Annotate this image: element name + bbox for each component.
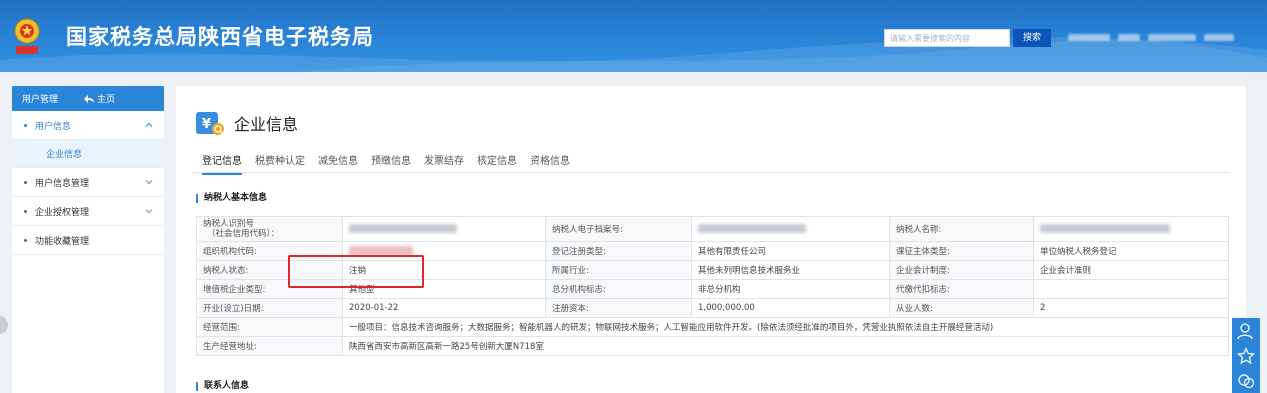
sidebar-header: 用户管理 主页 xyxy=(12,86,164,111)
section-title-basic: 纳税人基本信息 xyxy=(196,194,267,203)
bullet-icon xyxy=(24,123,27,127)
sidebar-item-label: 企业授权管理 xyxy=(35,207,90,218)
value-business-scope: 一般项目：信息技术咨询服务；大数据服务；智能机器人的研发；物联网技术服务；人工智… xyxy=(342,317,1229,337)
sidebar-title: 用户管理 xyxy=(22,95,59,105)
chevron-up-icon xyxy=(145,122,153,127)
bullet-icon xyxy=(24,238,27,242)
main-panel: ¥ 企业信息 登记信息 税费种认定 减免信息 预缴信息 发票结存 核定信息 资格… xyxy=(176,86,1246,393)
redacted-value xyxy=(349,224,457,233)
label-archive-no: 纳税人电子档案号: xyxy=(545,216,692,242)
label-taxpayer-name: 纳税人名称: xyxy=(889,216,1034,242)
redacted-value xyxy=(349,246,413,255)
sidebar-item-favorites[interactable]: 功能收藏管理 xyxy=(12,226,164,255)
home-label: 主页 xyxy=(97,95,116,105)
sidebar-item-label: 用户信息 xyxy=(35,121,72,132)
page-title: 企业信息 xyxy=(234,115,299,134)
scroll-handle[interactable] xyxy=(0,316,8,334)
back-arrow-icon xyxy=(84,94,95,103)
chat-icon[interactable] xyxy=(1237,372,1255,390)
value-archive-no xyxy=(691,216,890,242)
label-levy-subject: 课征主体类型: xyxy=(889,241,1034,261)
value-taxpayer-name xyxy=(1033,216,1229,242)
redacted-value xyxy=(698,224,806,233)
sidebar-item-company-auth[interactable]: 企业授权管理 xyxy=(12,197,164,226)
table-row: 经营范围: 一般项目：信息技术咨询服务；大数据服务；智能机器人的研发；物联网技术… xyxy=(196,317,1229,337)
redacted-value xyxy=(1040,224,1170,233)
label-branch-flag: 总分机构标志: xyxy=(545,279,692,299)
site-title: 国家税务总局陕西省电子税务局 xyxy=(66,25,374,49)
header-bar: 国家税务总局陕西省电子税务局 请输入需要搜索的内容 搜索 xyxy=(0,0,1267,72)
sidebar-item-user-info[interactable]: 用户信息 xyxy=(12,111,164,140)
label-industry: 所属行业: xyxy=(545,260,692,280)
label-business-scope: 经营范围: xyxy=(196,317,343,337)
value-withholding-flag xyxy=(1033,279,1229,299)
label-withholding-flag: 代缴代扣标志: xyxy=(889,279,1034,299)
tabs-divider xyxy=(192,172,1230,173)
sidebar-item-user-info-manage[interactable]: 用户信息管理 xyxy=(12,168,164,197)
value-industry: 其他未列明信息技术服务业 xyxy=(691,260,890,280)
sidebar: 用户管理 主页 用户信息 企业信息 用户信息管理 企业授权管理 功能收藏管理 xyxy=(12,86,164,393)
label-address: 生产经营地址: xyxy=(196,336,343,356)
value-reg-capital: 1,000,000.00 xyxy=(691,298,890,318)
chevron-down-icon xyxy=(145,180,153,185)
label-taxpayer-id: 纳税人识别号 （社会信用代码）： xyxy=(196,216,343,242)
value-levy-subject: 单位纳税人税务登记 xyxy=(1033,241,1229,261)
search-input[interactable]: 请输入需要搜索的内容 xyxy=(884,29,1010,47)
value-address: 陕西省西安市高新区高新一路25号创新大厦N718室 xyxy=(342,336,1229,356)
bullet-icon xyxy=(24,180,27,184)
value-taxpayer-id xyxy=(342,216,546,242)
sidebar-item-label: 功能收藏管理 xyxy=(35,236,90,247)
company-info-icon: ¥ xyxy=(196,112,224,135)
bullet-icon xyxy=(24,209,27,213)
value-branch-flag: 非总分机构 xyxy=(691,279,890,299)
value-accounting-system: 企业会计准则 xyxy=(1033,260,1229,280)
home-link[interactable]: 主页 xyxy=(84,92,115,105)
table-row: 开业(设立)日期: 2020-01-22 注册资本: 1,000,000.00 … xyxy=(196,298,1229,318)
chevron-down-icon xyxy=(145,209,153,214)
table-row: 生产经营地址: 陕西省西安市高新区高新一路25号创新大厦N718室 xyxy=(196,336,1229,356)
value-open-date: 2020-01-22 xyxy=(342,298,546,318)
user-service-icon[interactable] xyxy=(1237,322,1255,340)
label-reg-type: 登记注册类型: xyxy=(545,241,692,261)
search-button[interactable]: 搜索 xyxy=(1013,29,1051,47)
tax-emblem-icon xyxy=(14,18,40,54)
floating-toolbar xyxy=(1232,318,1260,393)
highlight-annotation-box xyxy=(288,255,424,288)
label-open-date: 开业(设立)日期: xyxy=(196,298,343,318)
table-row: 纳税人识别号 （社会信用代码）： 纳税人电子档案号: 纳税人名称: xyxy=(196,216,1229,242)
value-reg-type: 其他有限责任公司 xyxy=(691,241,890,261)
label-accounting-system: 企业会计制度: xyxy=(889,260,1034,280)
sidebar-item-label: 用户信息管理 xyxy=(35,178,90,189)
header-user-links-blurred[interactable] xyxy=(1068,34,1234,42)
sidebar-subitem-company-info[interactable]: 企业信息 xyxy=(12,140,164,168)
svg-text:¥: ¥ xyxy=(202,117,211,132)
value-employees: 2 xyxy=(1033,298,1229,318)
label-reg-capital: 注册资本: xyxy=(545,298,692,318)
star-icon[interactable] xyxy=(1237,346,1255,365)
section-title-contact: 联系人信息 xyxy=(196,382,249,391)
label-employees: 从业人数: xyxy=(889,298,1034,318)
